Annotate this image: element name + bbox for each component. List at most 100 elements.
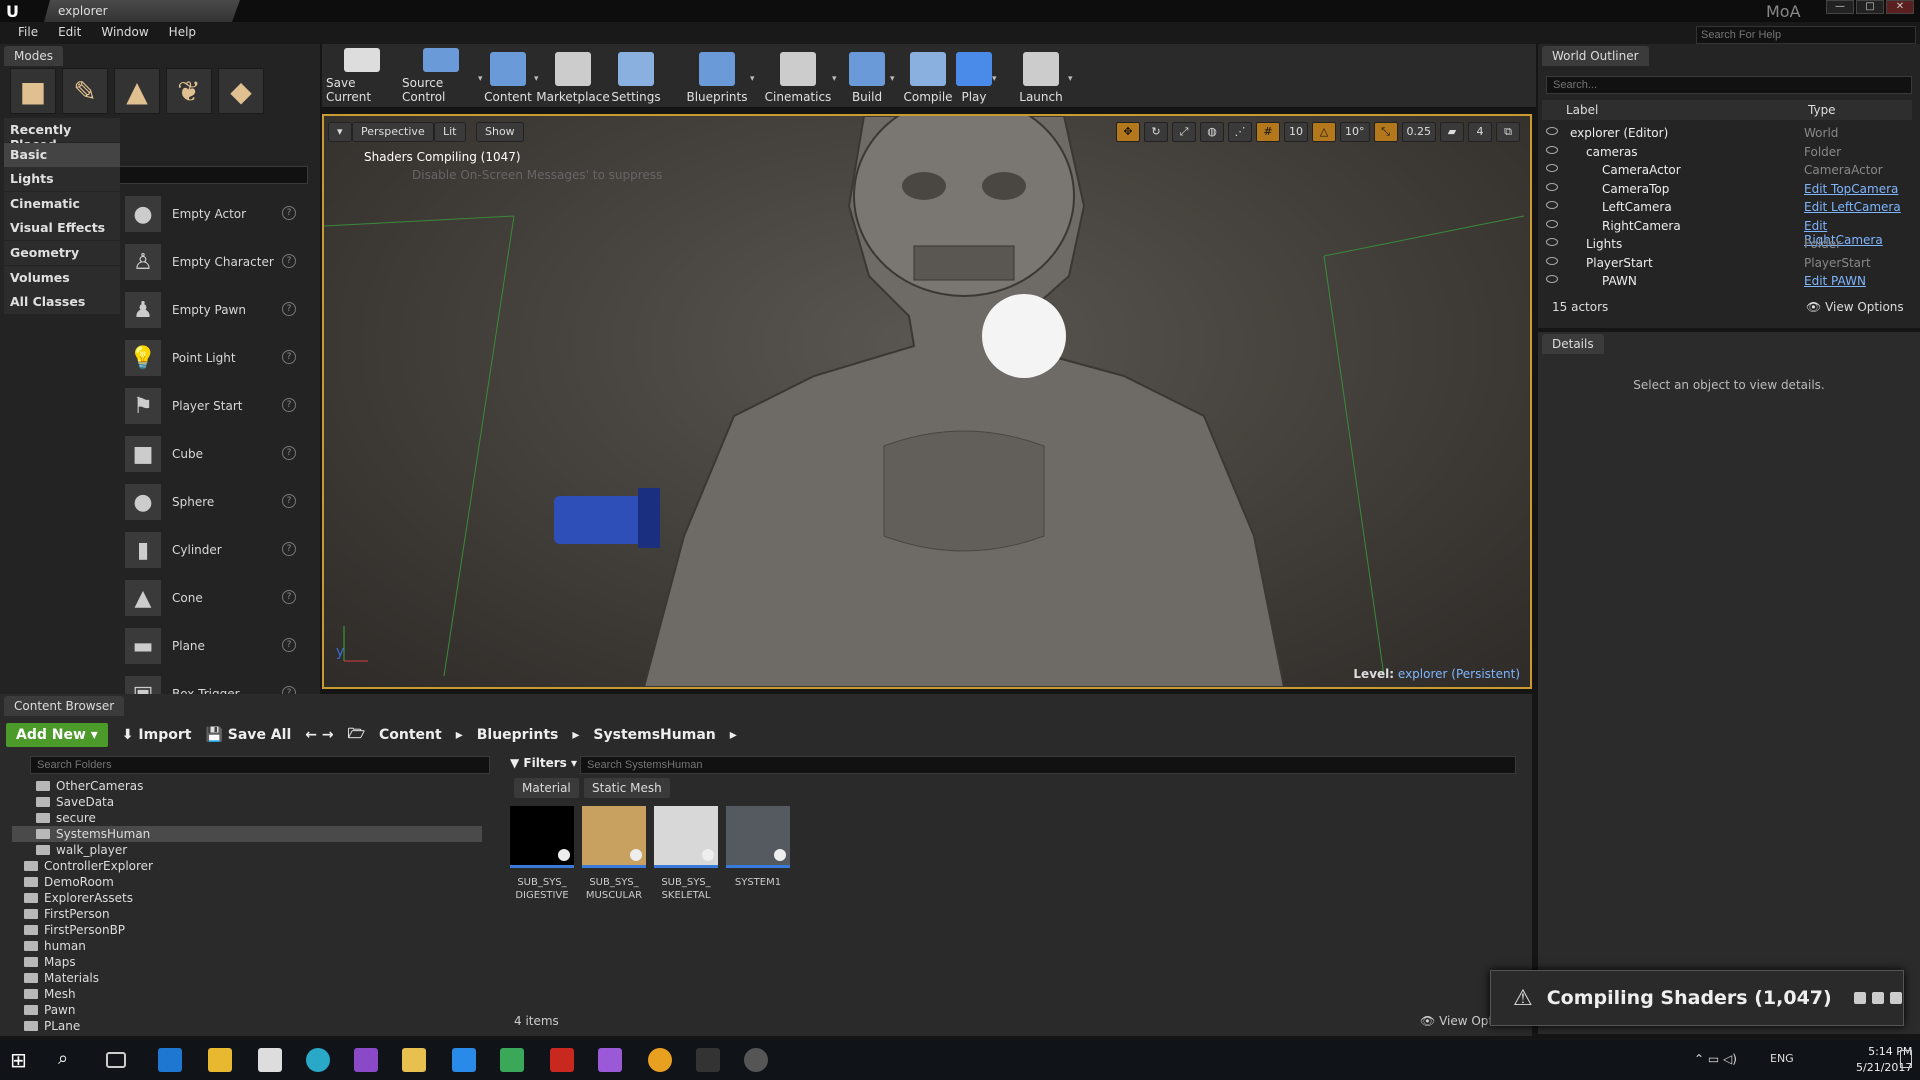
visual-studio-2-icon[interactable] bbox=[598, 1048, 622, 1072]
folder-item[interactable]: FirstPerson bbox=[12, 906, 482, 922]
folder-item[interactable]: ControllerExplorer bbox=[12, 858, 482, 874]
outliner-row[interactable]: explorer (Editor) World bbox=[1542, 124, 1902, 142]
menu-help[interactable]: Help bbox=[159, 22, 206, 44]
visibility-eye-icon[interactable] bbox=[1546, 201, 1558, 209]
class-item-empty-pawn[interactable]: ♟ Empty Pawn? bbox=[124, 288, 296, 332]
category-volumes[interactable]: Volumes bbox=[4, 265, 120, 290]
save-all-button[interactable]: 💾 Save All bbox=[205, 727, 291, 743]
grid-size-value[interactable]: 10 bbox=[1284, 122, 1308, 142]
build-button[interactable]: Build bbox=[842, 48, 892, 106]
help-icon[interactable]: ? bbox=[282, 398, 296, 412]
category-geometry[interactable]: Geometry bbox=[4, 241, 120, 265]
label-column-header[interactable]: Label bbox=[1566, 103, 1598, 117]
class-item-player-start[interactable]: ⚑ Player Start? bbox=[124, 384, 296, 428]
outliner-row[interactable]: cameras Folder bbox=[1542, 143, 1902, 161]
camera-speed-icon[interactable]: ▰ bbox=[1440, 122, 1464, 142]
folder-item[interactable]: DemoRoom bbox=[12, 874, 482, 890]
rotate-icon[interactable]: ↻ bbox=[1144, 122, 1168, 142]
category-all-classes[interactable]: All Classes bbox=[4, 290, 120, 315]
help-icon[interactable]: ? bbox=[282, 638, 296, 652]
help-icon[interactable]: ? bbox=[282, 494, 296, 508]
scale-snap-value[interactable]: 0.25 bbox=[1401, 122, 1436, 142]
lit-button[interactable]: Lit bbox=[434, 122, 466, 142]
world-outliner-tab[interactable]: World Outliner bbox=[1542, 46, 1649, 66]
notepad-icon[interactable] bbox=[500, 1048, 524, 1072]
place-mode-icon[interactable]: ■ bbox=[10, 68, 56, 114]
outliner-row[interactable]: PAWN Edit PAWN bbox=[1542, 272, 1902, 290]
outliner-row[interactable]: CameraActor CameraActor bbox=[1542, 161, 1902, 179]
class-item-plane[interactable]: ▬ Plane? bbox=[124, 624, 296, 668]
foliage-mode-icon[interactable]: ❦ bbox=[166, 68, 212, 114]
toolbar-dropdown-arrow[interactable]: ▾ bbox=[478, 74, 488, 84]
start-icon[interactable]: ⊞ bbox=[10, 1048, 34, 1072]
folder-item[interactable]: ExplorerAssets bbox=[12, 890, 482, 906]
breadcrumb-separator-icon[interactable]: ▸ bbox=[572, 727, 579, 743]
visibility-eye-icon[interactable] bbox=[1546, 182, 1558, 191]
play-button[interactable]: Play bbox=[954, 48, 994, 106]
level-name[interactable]: explorer (Persistent) bbox=[1398, 667, 1520, 681]
asset-tile[interactable]: SUB_SYS_ DIGESTIVE bbox=[510, 806, 574, 902]
visibility-eye-icon[interactable] bbox=[1546, 219, 1558, 228]
folder-item[interactable]: SaveData bbox=[12, 794, 482, 810]
help-icon[interactable]: ? bbox=[282, 350, 296, 364]
folder-item[interactable]: Maps bbox=[12, 954, 482, 970]
breadcrumb-separator-icon[interactable]: ▸ bbox=[730, 727, 737, 743]
toolbar-dropdown-arrow[interactable]: ▾ bbox=[890, 74, 900, 84]
breadcrumb-item[interactable]: SystemsHuman bbox=[593, 727, 715, 743]
class-item-cube[interactable]: ■ Cube? bbox=[124, 432, 296, 476]
marketplace-button[interactable]: Marketplace bbox=[536, 48, 610, 106]
outliner-row[interactable]: Lights Folder bbox=[1542, 235, 1902, 253]
outliner-row[interactable]: RightCamera Edit RightCamera bbox=[1542, 217, 1902, 247]
asset-tile[interactable]: SUB_SYS_ SKELETAL bbox=[654, 806, 718, 902]
content-browser-tab[interactable]: Content Browser bbox=[4, 696, 125, 716]
close-button[interactable]: ✕ bbox=[1886, 0, 1914, 14]
filezilla-icon[interactable] bbox=[550, 1048, 574, 1072]
asset-search-input[interactable] bbox=[580, 756, 1516, 774]
compile-button[interactable]: Compile bbox=[903, 48, 953, 106]
visibility-eye-icon[interactable] bbox=[1546, 256, 1558, 265]
folder-item[interactable]: OtherCameras bbox=[12, 778, 482, 794]
grid-snap-icon[interactable]: # bbox=[1256, 122, 1280, 142]
help-search-input[interactable] bbox=[1696, 26, 1916, 44]
filters-button[interactable]: ▼ Filters ▾ bbox=[510, 756, 577, 770]
folder-item[interactable]: secure bbox=[12, 810, 482, 826]
visibility-eye-icon[interactable] bbox=[1546, 145, 1558, 154]
file-explorer-icon[interactable] bbox=[208, 1048, 232, 1072]
add-new-button[interactable]: Add New ▾ bbox=[6, 723, 108, 747]
toolbar-dropdown-arrow[interactable]: ▾ bbox=[534, 74, 544, 84]
folder-item[interactable]: SystemsHuman bbox=[12, 826, 482, 842]
asset-tile[interactable]: SYSTEM1 bbox=[726, 806, 790, 889]
camera-speed-value[interactable]: 4 bbox=[1468, 122, 1492, 142]
folder-item[interactable]: Mesh bbox=[12, 986, 482, 1002]
filter-tag-material[interactable]: Material bbox=[514, 778, 579, 798]
category-cinematic[interactable]: Cinematic bbox=[4, 191, 120, 216]
toolbar-dropdown-arrow[interactable]: ▾ bbox=[832, 74, 842, 84]
toolbar-dropdown-arrow[interactable]: ▾ bbox=[992, 74, 1002, 84]
outliner-row[interactable]: CameraTop Edit TopCamera bbox=[1542, 180, 1902, 198]
help-icon[interactable]: ? bbox=[282, 302, 296, 316]
class-item-empty-character[interactable]: ♙ Empty Character? bbox=[124, 240, 296, 284]
class-item-cylinder[interactable]: ▮ Cylinder? bbox=[124, 528, 296, 572]
visibility-eye-icon[interactable] bbox=[1546, 238, 1558, 246]
class-item-cone[interactable]: ▲ Cone? bbox=[124, 576, 296, 620]
blueprints-button[interactable]: Blueprints bbox=[682, 48, 752, 106]
language-indicator[interactable]: ENG bbox=[1770, 1052, 1794, 1065]
category-lights[interactable]: Lights bbox=[4, 167, 120, 192]
store-icon[interactable] bbox=[258, 1048, 282, 1072]
folder-item[interactable]: FirstPersonBP bbox=[12, 922, 482, 938]
launch-button[interactable]: Launch bbox=[1012, 48, 1070, 106]
folder-item[interactable]: PLane bbox=[12, 1018, 482, 1034]
help-icon[interactable]: ? bbox=[282, 254, 296, 268]
type-column-header[interactable]: Type bbox=[1808, 103, 1836, 117]
content-button[interactable]: Content bbox=[480, 48, 536, 106]
outliner-row[interactable]: PlayerStart PlayerStart bbox=[1542, 254, 1902, 272]
filter-tag-static-mesh[interactable]: Static Mesh bbox=[584, 778, 670, 798]
cinematics-button[interactable]: Cinematics bbox=[762, 48, 834, 106]
toolbar-dropdown-arrow[interactable]: ▾ bbox=[1068, 74, 1078, 84]
rotation-snap-icon[interactable]: △ bbox=[1312, 122, 1336, 142]
outliner-edit-link[interactable]: Edit PAWN bbox=[1804, 274, 1866, 288]
translate-icon[interactable]: ✥ bbox=[1116, 122, 1140, 142]
back-forward-buttons[interactable]: ← → bbox=[305, 727, 333, 743]
toolbar-dropdown-arrow[interactable]: ▾ bbox=[750, 74, 760, 84]
document-tab[interactable]: explorer bbox=[44, 0, 240, 22]
